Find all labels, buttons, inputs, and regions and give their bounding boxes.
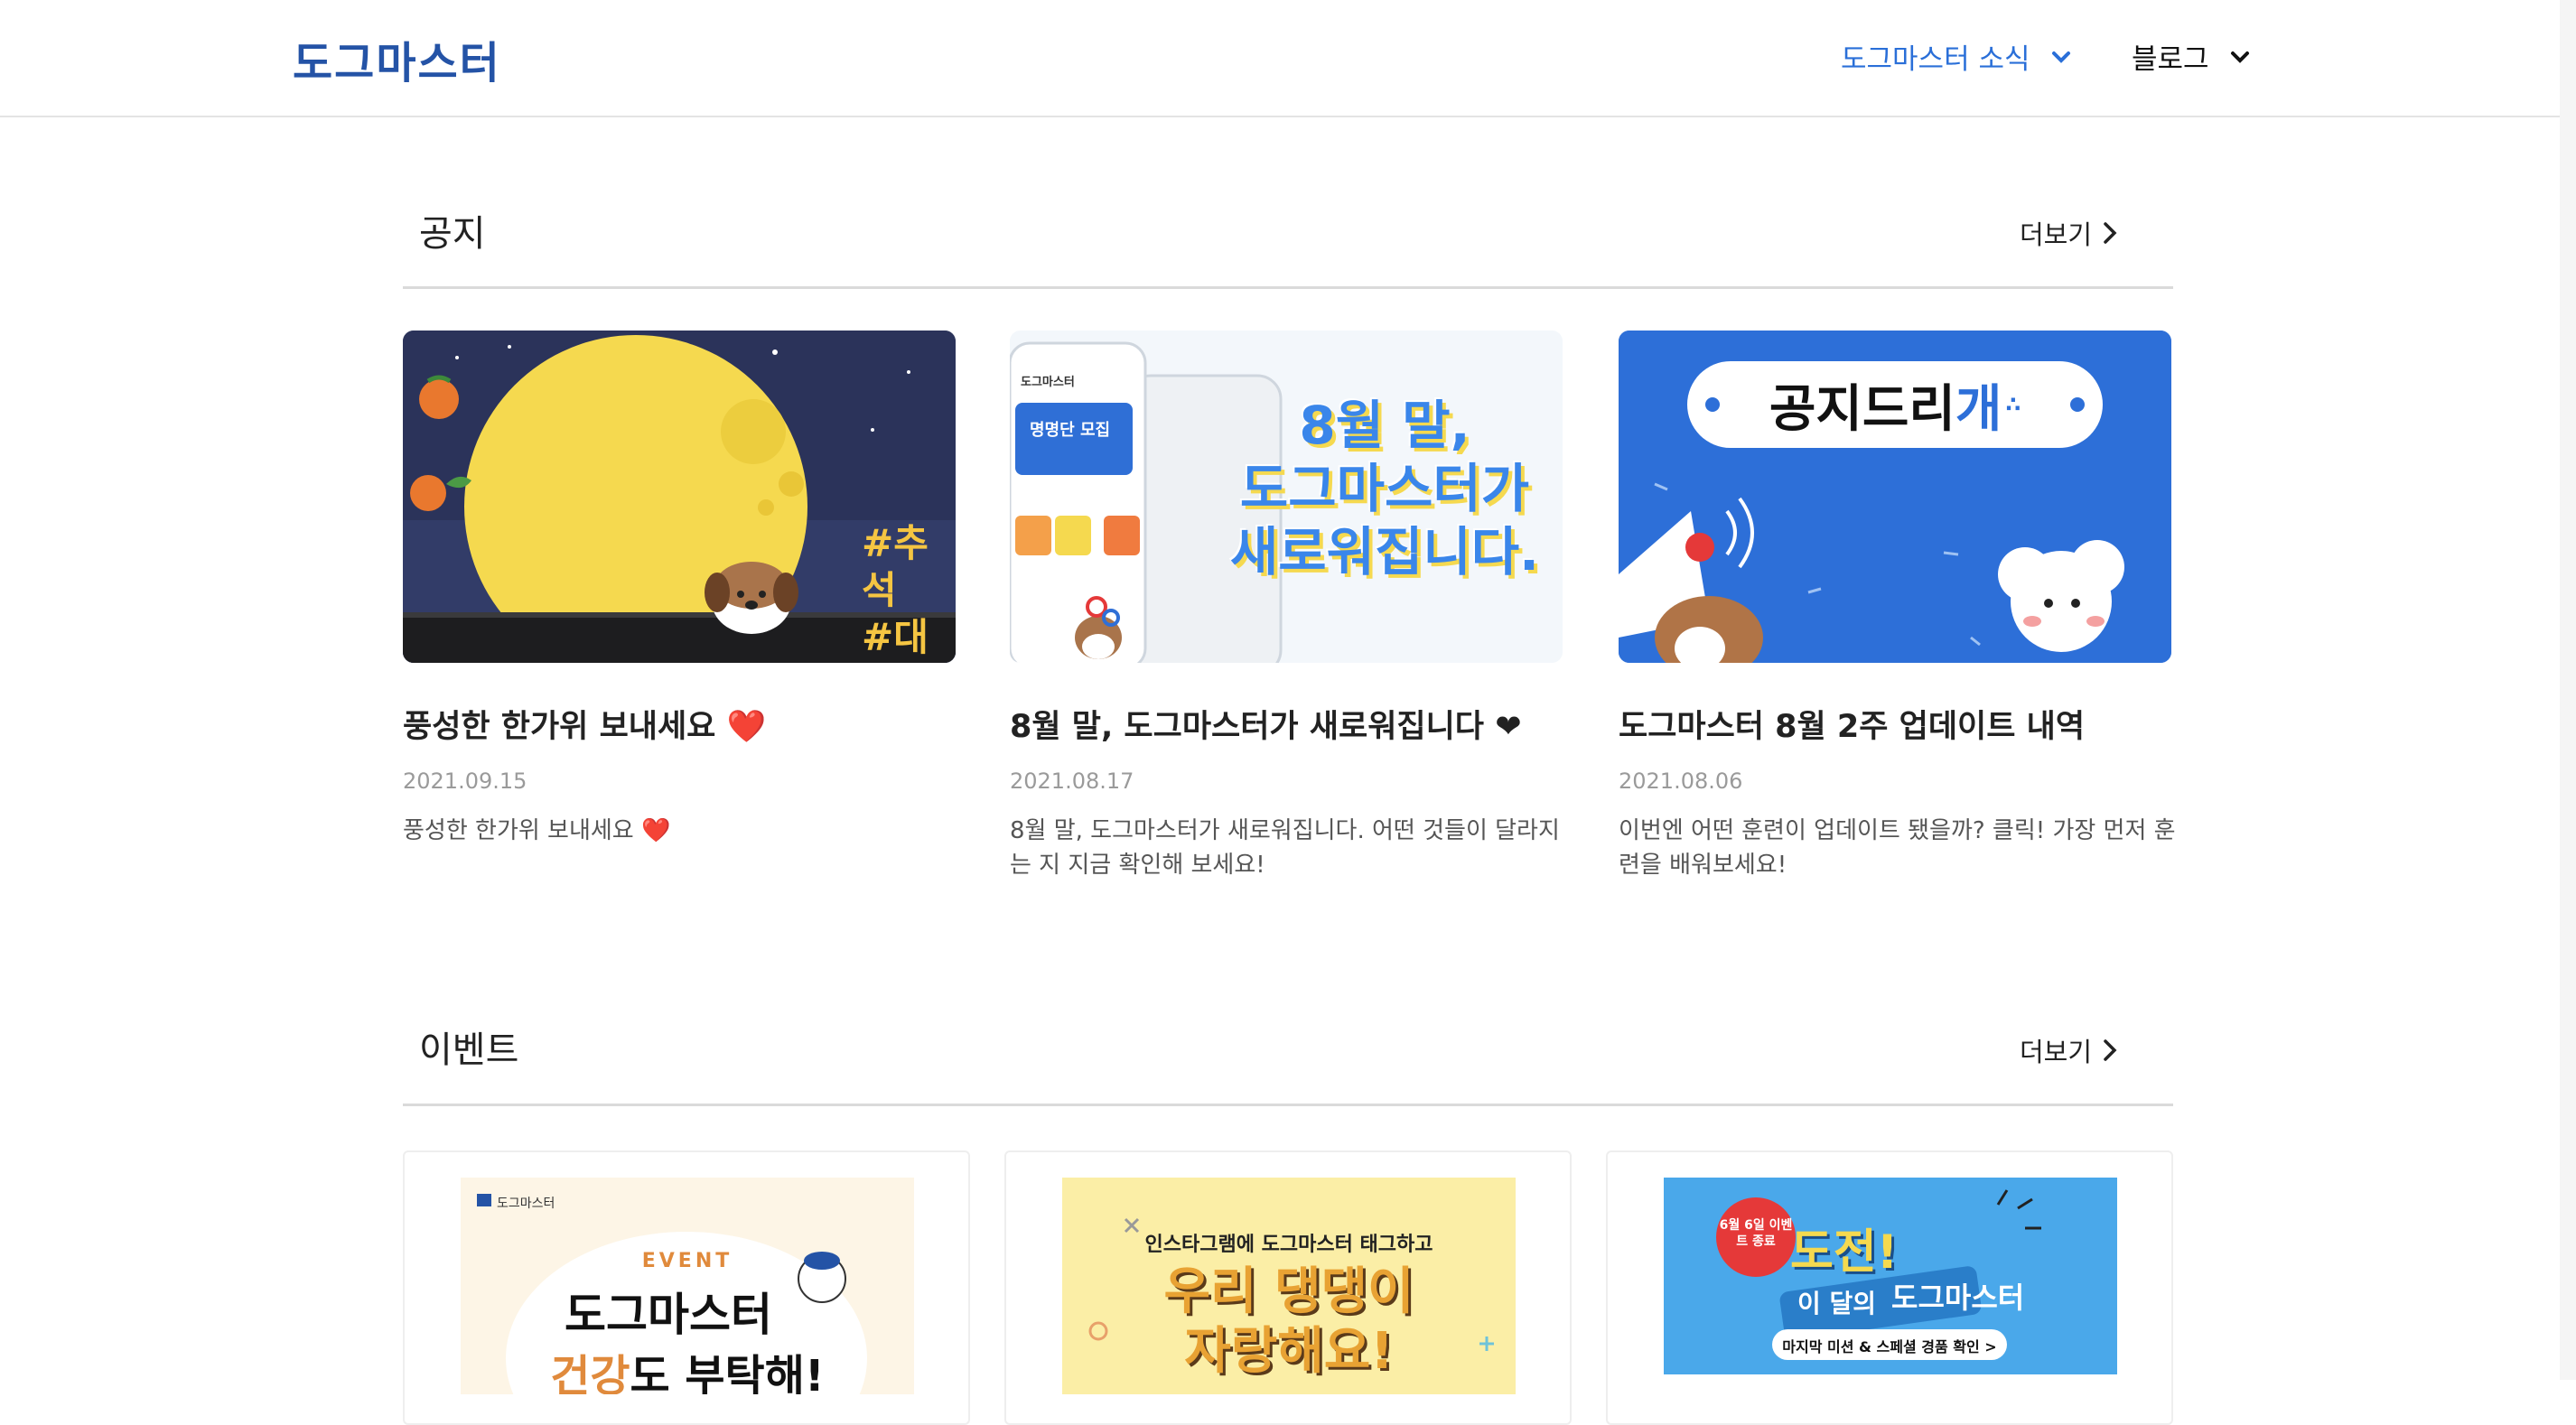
notice-more-link[interactable]: 더보기 bbox=[2020, 214, 2117, 252]
event-badge: 6월 6일 이벤트 종료 bbox=[1719, 1218, 1793, 1249]
notice-divider bbox=[403, 286, 2173, 289]
card-title-text: 풍성한 한가위 보내세요 bbox=[403, 709, 716, 745]
card-desc-text: 풍성한 한가위 보내세요 bbox=[403, 817, 634, 844]
chevron-right-icon bbox=[2104, 1039, 2117, 1061]
notice-thumbnail[interactable]: 공지드리 개 ∴ bbox=[1619, 331, 2171, 663]
notice-card-desc: 이번엔 어떤 훈련이 업데이트 됐을까? 클릭! 가장 먼저 훈련을 배워보세요… bbox=[1619, 817, 2176, 879]
event-brand: 도그마스터 bbox=[497, 1197, 555, 1211]
phone-app-name: 도그마스터 bbox=[1021, 376, 1075, 389]
event-card-instagram[interactable]: 인스타그램에 도그마스터 태그하고 우리 댕댕이 자랑해요! bbox=[1004, 1150, 1572, 1425]
image-hashtag-chuseok: #추석 bbox=[862, 521, 929, 612]
page-scrollbar[interactable] bbox=[2560, 0, 2576, 1380]
image-hashtag-daebi: #대비 bbox=[862, 615, 929, 663]
card-title-text: 8월 말, 도그마스터가 새로워집니다 bbox=[1010, 709, 1485, 745]
heart-emoji: ❤ bbox=[1495, 709, 1522, 745]
event-sub1: 이 달의 bbox=[1797, 1289, 1877, 1318]
event-sub2: 도그마스터 bbox=[1891, 1281, 2025, 1315]
notice-card-update[interactable]: 공지드리 개 ∴ 도그마스터 8월 2주 업데이트 내역 2021.08.06 … bbox=[1619, 331, 2176, 882]
event-headline1: 우리 댕댕이 bbox=[1163, 1262, 1414, 1321]
nav-news-label: 도그마스터 소식 bbox=[1841, 43, 2030, 76]
site-logo[interactable]: 도그마스터 bbox=[293, 27, 501, 90]
image-headline: 공지드리 bbox=[1769, 379, 1955, 439]
phone-banner-text: 명명단 모집 bbox=[1030, 421, 1111, 440]
notice-more-label: 더보기 bbox=[2020, 219, 2093, 250]
image-headline-line1: 8월 말, bbox=[1299, 395, 1470, 456]
event-card-health[interactable]: 도그마스터 EVENT 도그마스터 건강도 부탁해! bbox=[403, 1150, 970, 1425]
event-headline2: 자랑해요! bbox=[1184, 1322, 1394, 1381]
image-headline-line3: 새로워집니다. bbox=[1229, 521, 1540, 582]
nav-blog-label: 블로그 bbox=[2132, 43, 2209, 76]
notice-card-title[interactable]: 풍성한 한가위 보내세요 ❤️ bbox=[403, 701, 956, 747]
notice-card-date: 2021.08.17 bbox=[1010, 768, 1134, 794]
event-thumbnail[interactable]: 6월 6일 이벤트 종료 도전! 이 달의 도그마스터 마지막 미션 & 스페셜… bbox=[1664, 1178, 2117, 1374]
event-sub-accent: 건강 bbox=[550, 1351, 630, 1394]
heart-emoji: ❤️ bbox=[726, 709, 767, 745]
event-section-title: 이벤트 bbox=[419, 1029, 519, 1071]
notice-section-title: 공지 bbox=[419, 213, 486, 255]
event-card-challenge[interactable]: 6월 6일 이벤트 종료 도전! 이 달의 도그마스터 마지막 미션 & 스페셜… bbox=[1606, 1150, 2173, 1425]
notice-thumbnail[interactable]: #추석 #대비 bbox=[403, 331, 956, 663]
notice-card-renewal[interactable]: 도그마스터 명명단 모집 8월 말, 도그마스터가 새로워집니다. 8월 말, … bbox=[1010, 331, 1563, 882]
notice-card-date: 2021.08.06 bbox=[1619, 768, 1743, 794]
notice-card-title[interactable]: 8월 말, 도그마스터가 새로워집니다 ❤ bbox=[1010, 701, 1563, 747]
event-more-link[interactable]: 더보기 bbox=[2020, 1031, 2117, 1069]
event-more-label: 더보기 bbox=[2020, 1037, 2093, 1067]
event-thumbnail[interactable]: 도그마스터 EVENT 도그마스터 건강도 부탁해! bbox=[461, 1178, 914, 1394]
notice-card-desc: 풍성한 한가위 보내세요 ❤️ bbox=[403, 814, 963, 848]
event-sub: 도 부탁해! bbox=[630, 1351, 825, 1394]
notice-card-chuseok[interactable]: #추석 #대비 풍성한 한가위 보내세요 ❤️ 2021.09.15 풍성한 한… bbox=[403, 331, 956, 848]
image-headline-accent: 개 bbox=[1955, 379, 2002, 439]
heart-emoji: ❤️ bbox=[641, 817, 671, 844]
notice-thumbnail[interactable]: 도그마스터 명명단 모집 8월 말, 도그마스터가 새로워집니다. bbox=[1010, 331, 1563, 663]
image-headline-line2: 도그마스터가 bbox=[1239, 458, 1530, 519]
notice-card-desc: 8월 말, 도그마스터가 새로워집니다. 어떤 것들이 달라지는 지 지금 확인… bbox=[1010, 817, 1560, 879]
event-divider bbox=[403, 1104, 2173, 1106]
notice-card-date: 2021.09.15 bbox=[403, 768, 527, 794]
event-thumbnail[interactable]: 인스타그램에 도그마스터 태그하고 우리 댕댕이 자랑해요! bbox=[1062, 1178, 1516, 1394]
paw-icon: ∴ bbox=[2005, 392, 2021, 417]
nav-blog-dropdown[interactable]: 블로그 bbox=[2132, 36, 2251, 77]
event-tag: EVENT bbox=[641, 1250, 733, 1272]
event-headline: 도그마스터 bbox=[565, 1289, 772, 1341]
event-line1: 인스타그램에 도그마스터 태그하고 bbox=[1144, 1234, 1433, 1256]
chevron-right-icon bbox=[2104, 222, 2117, 244]
nav-news-dropdown[interactable]: 도그마스터 소식 bbox=[1841, 36, 2072, 77]
notice-card-title[interactable]: 도그마스터 8월 2주 업데이트 내역 bbox=[1619, 701, 2171, 747]
chevron-down-icon bbox=[2051, 51, 2070, 63]
event-cta[interactable]: 마지막 미션 & 스페셜 경품 확인 > bbox=[1772, 1335, 2007, 1356]
chevron-down-icon bbox=[2230, 51, 2249, 63]
event-headline: 도전! bbox=[1790, 1225, 1899, 1280]
site-header: 도그마스터 도그마스터 소식 블로그 bbox=[0, 0, 2576, 117]
